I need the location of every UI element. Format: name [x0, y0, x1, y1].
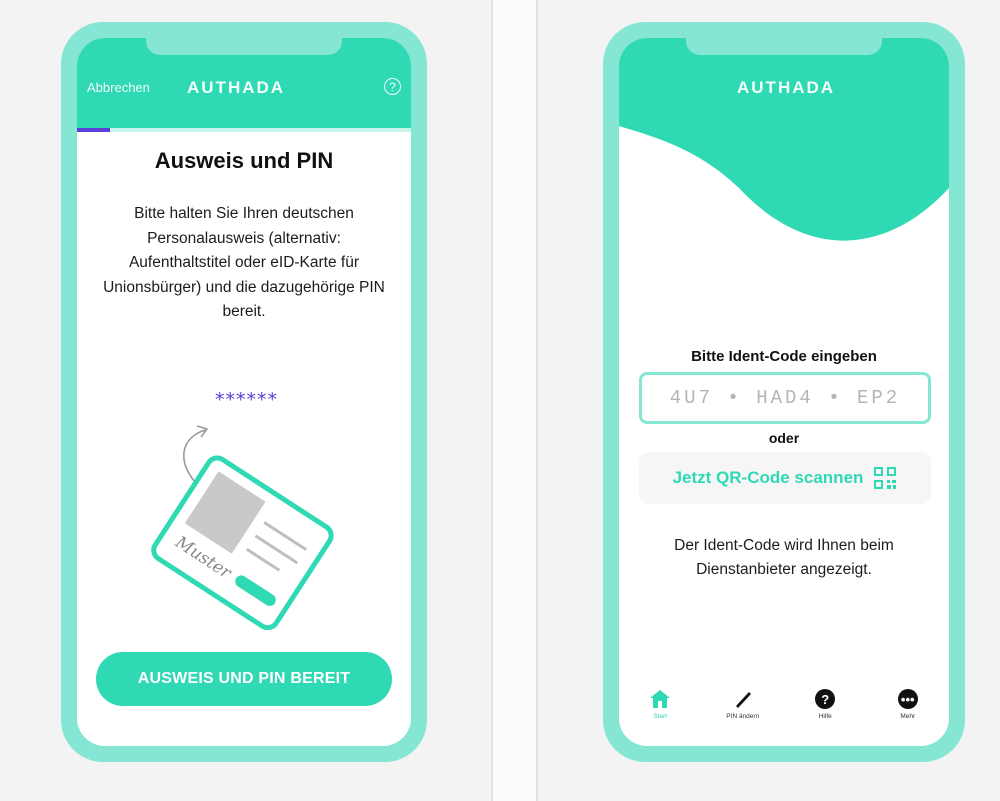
tab-label: PIN ändern: [726, 713, 760, 720]
ident-code-input[interactable]: 4U7 • HAD4 • EP2: [639, 372, 931, 424]
code-label: Bitte Ident-Code eingeben: [691, 348, 877, 365]
panel-gap: [493, 0, 538, 801]
brand-logo: AUTHADA: [187, 78, 286, 97]
phone-frame-ident: AUTHADA Bitte Ident-Code eingeben 4U7 • …: [603, 22, 965, 762]
progress-bar: [77, 128, 411, 132]
screen-ausweis-pin: Abbrechen AUTHADA ? Ausweis und PIN Bitt…: [77, 38, 411, 746]
instruction-text: Bitte halten Sie Ihren deutschen Persona…: [103, 205, 385, 320]
notch: [686, 38, 882, 55]
progress-bar-fill: [77, 128, 111, 132]
qr-code-icon: [874, 467, 897, 489]
or-label: oder: [768, 430, 800, 446]
tab-hilfe[interactable]: ? Hilfe: [784, 688, 867, 738]
scan-qr-button[interactable]: Jetzt QR-Code scannen: [639, 452, 931, 504]
header-wave: [619, 38, 949, 241]
tab-label: Start: [653, 713, 668, 720]
question-circle-icon[interactable]: ?: [384, 78, 401, 95]
ready-button[interactable]: AUSWEIS UND PIN BEREIT: [96, 652, 392, 706]
tab-pin-aendern[interactable]: PIN ändern: [702, 688, 785, 738]
more-icon: •••: [897, 689, 918, 709]
notch: [146, 38, 342, 55]
home-icon: [650, 690, 671, 708]
tab-label: Mehr: [900, 713, 916, 720]
hint-text: Der Ident-Code wird Ihnen beim Dienstanb…: [674, 537, 894, 578]
tab-start[interactable]: Start: [619, 688, 702, 738]
pen-icon: [735, 692, 751, 708]
id-card-illustration: ****** Muster: [151, 390, 334, 630]
pin-mask: ******: [215, 390, 278, 411]
scan-qr-label: Jetzt QR-Code scannen: [672, 468, 864, 487]
tab-label: Hilfe: [818, 713, 832, 720]
phone-frame-ausweis: Abbrechen AUTHADA ? Ausweis und PIN Bitt…: [61, 22, 427, 762]
brand-logo: AUTHADA: [737, 78, 836, 97]
page-title: Ausweis und PIN: [154, 148, 334, 173]
divider-left: [491, 0, 493, 801]
bottom-nav: Start PIN ändern ? Hilfe ••• Mehr: [619, 688, 949, 738]
screen-ident-code: AUTHADA Bitte Ident-Code eingeben 4U7 • …: [619, 38, 949, 746]
tab-mehr[interactable]: ••• Mehr: [867, 688, 950, 738]
cancel-link[interactable]: Abbrechen: [87, 80, 150, 95]
divider-right: [536, 0, 538, 801]
id-card: Muster: [151, 455, 334, 630]
help-icon: ?: [815, 689, 836, 709]
